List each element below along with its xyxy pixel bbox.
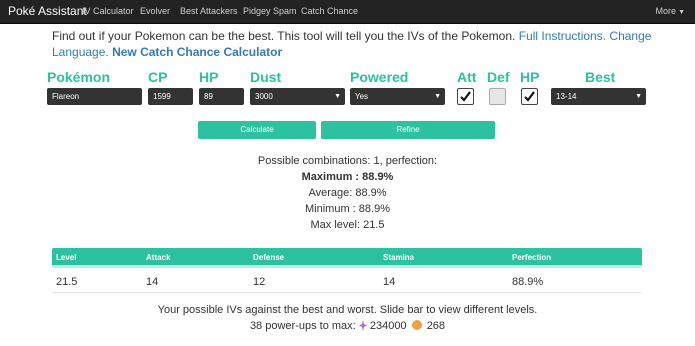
hp-checkbox[interactable] <box>521 88 538 105</box>
pokemon-input[interactable]: Flareon <box>47 88 142 105</box>
label-powered: Powered <box>350 69 409 85</box>
powerups-line: 38 power-ups to max: 234000 268 <box>0 320 695 332</box>
select-arrow-icon: ▼ <box>434 93 441 100</box>
def-checkbox[interactable] <box>489 88 506 105</box>
cell-perfection: 88.9% <box>512 276 544 288</box>
nav-more-dropdown[interactable]: More ▼ <box>656 6 685 16</box>
new-catch-chance-link[interactable]: New Catch Chance Calculator <box>112 45 282 59</box>
nav-evolver[interactable]: Evolver <box>140 6 170 16</box>
label-def: Def <box>487 69 510 85</box>
label-att: Att <box>457 69 477 85</box>
label-dust: Dust <box>250 69 282 85</box>
nav-catch-chance[interactable]: Catch Chance <box>301 6 358 16</box>
candy-icon <box>411 320 422 330</box>
minimum-perfection: Minimum : 88.9% <box>305 203 390 215</box>
dust-select[interactable]: 3000 ▼ <box>250 88 345 105</box>
intro-description: Find out if your Pokemon can be the best… <box>52 29 516 43</box>
best-select-value: 13-14 <box>556 92 577 101</box>
col-header-stamina[interactable]: Stamina <box>383 253 414 262</box>
cell-stamina: 14 <box>383 276 396 288</box>
dust-select-value: 3000 <box>255 92 273 101</box>
stardust-value: 234000 <box>369 320 407 332</box>
col-header-level[interactable]: Level <box>56 253 76 262</box>
full-instructions-link[interactable]: Full Instructions <box>519 29 603 43</box>
max-level: Max level: 21.5 <box>310 219 385 231</box>
nav-more-label: More <box>655 6 677 16</box>
brand-logo[interactable]: Poké Assistant <box>8 4 87 18</box>
calculate-button[interactable]: Calculate <box>198 121 316 139</box>
powerups-text: 38 power-ups to max: <box>249 320 356 332</box>
label-best: Best <box>585 69 616 85</box>
results-table-header: Level Attack Defense Stamina Perfection <box>52 248 642 268</box>
select-arrow-icon: ▼ <box>635 93 642 100</box>
average-perfection: Average: 88.9% <box>308 187 387 199</box>
col-header-attack[interactable]: Attack <box>146 253 170 262</box>
refine-button[interactable]: Refine <box>321 121 495 139</box>
nav-iv-calculator[interactable]: IV Calculator <box>82 6 134 16</box>
cell-defense: 12 <box>253 276 266 288</box>
cell-level: 21.5 <box>56 276 78 288</box>
checkmark-icon <box>524 91 535 102</box>
hp-input[interactable]: 89 <box>199 88 244 105</box>
cell-attack: 14 <box>146 276 159 288</box>
powered-select-value: Yes <box>355 92 369 101</box>
select-arrow-icon: ▼ <box>334 93 341 100</box>
nav-pidgey-spam[interactable]: Pidgey Spam <box>243 6 297 16</box>
col-header-perfection[interactable]: Perfection <box>512 253 551 262</box>
label-pokemon: Pokémon <box>47 69 111 85</box>
checkmark-icon <box>460 91 471 102</box>
table-row-divider <box>52 292 642 293</box>
cp-input[interactable]: 1599 <box>148 88 193 105</box>
powered-select[interactable]: Yes ▼ <box>350 88 445 105</box>
att-checkbox[interactable] <box>457 88 474 105</box>
candy-value: 268 <box>426 320 446 332</box>
nav-best-attackers[interactable]: Best Attackers <box>180 6 238 16</box>
stardust-icon <box>358 320 367 331</box>
col-header-defense[interactable]: Defense <box>253 253 284 262</box>
label-hp-flag: HP <box>520 69 540 85</box>
label-hp: HP <box>199 69 219 85</box>
possible-combinations: Possible combinations: 1, perfection: <box>257 155 438 167</box>
caret-down-icon: ▼ <box>678 9 685 16</box>
intro-text: Find out if your Pokemon can be the best… <box>52 29 652 59</box>
maximum-perfection: Maximum : 88.9% <box>301 171 394 183</box>
label-cp: CP <box>148 69 168 85</box>
navbar: Poké Assistant IV Calculator Evolver Bes… <box>0 0 695 24</box>
best-select[interactable]: 13-14 ▼ <box>551 88 646 105</box>
ivs-slider-text: Your possible IVs against the best and w… <box>157 304 538 316</box>
